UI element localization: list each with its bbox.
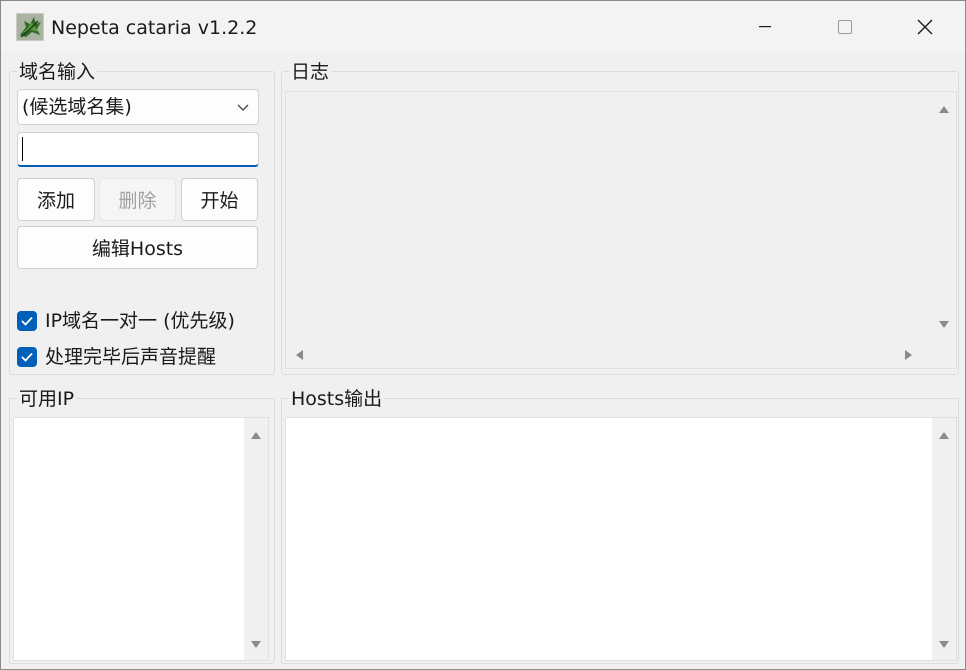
app-window: Nepeta cataria v1.2.2 域名输入 (候选域名集) 添加 删除… bbox=[0, 0, 966, 670]
text-caret bbox=[22, 137, 23, 161]
scroll-up-icon[interactable] bbox=[938, 104, 950, 114]
maximize-button[interactable] bbox=[813, 1, 877, 53]
add-button[interactable]: 添加 bbox=[17, 178, 95, 221]
scroll-left-icon[interactable] bbox=[294, 349, 304, 361]
available-ip-list[interactable] bbox=[13, 417, 269, 661]
available-ip-label: 可用IP bbox=[17, 388, 77, 410]
log-label: 日志 bbox=[289, 61, 332, 83]
hosts-output-vertical-scrollbar[interactable] bbox=[932, 418, 956, 660]
maximize-icon bbox=[838, 20, 852, 34]
close-button[interactable] bbox=[893, 1, 957, 53]
delete-button[interactable]: 删除 bbox=[99, 178, 176, 221]
scroll-up-icon[interactable] bbox=[938, 430, 950, 440]
sound-alert-checkbox-row[interactable]: 处理完毕后声音提醒 bbox=[17, 344, 216, 370]
available-ip-vertical-scrollbar[interactable] bbox=[244, 418, 268, 660]
start-button[interactable]: 开始 bbox=[181, 178, 258, 221]
sound-alert-label: 处理完毕后声音提醒 bbox=[45, 346, 217, 368]
one-to-one-checkbox[interactable] bbox=[17, 311, 37, 331]
minimize-icon bbox=[759, 26, 771, 28]
scroll-down-icon[interactable] bbox=[938, 640, 950, 650]
sound-alert-checkbox[interactable] bbox=[17, 347, 37, 367]
chevron-down-icon bbox=[237, 104, 249, 111]
one-to-one-checkbox-row[interactable]: IP域名一对一 (优先级) bbox=[17, 308, 235, 334]
domain-input-label: 域名输入 bbox=[17, 61, 98, 83]
log-horizontal-scrollbar[interactable] bbox=[286, 340, 932, 368]
hosts-output-textarea[interactable] bbox=[285, 417, 957, 661]
checkmark-icon bbox=[21, 352, 33, 362]
log-textarea[interactable] bbox=[285, 91, 957, 369]
window-title: Nepeta cataria v1.2.2 bbox=[51, 17, 258, 39]
scroll-up-icon[interactable] bbox=[250, 430, 262, 440]
edit-hosts-button[interactable]: 编辑Hosts bbox=[17, 226, 258, 269]
hosts-output-label: Hosts输出 bbox=[289, 388, 385, 410]
one-to-one-label: IP域名一对一 (优先级) bbox=[45, 310, 235, 332]
title-bar[interactable]: Nepeta cataria v1.2.2 bbox=[1, 1, 965, 53]
checkmark-icon bbox=[21, 316, 33, 326]
minimize-button[interactable] bbox=[733, 1, 797, 53]
scroll-down-icon[interactable] bbox=[938, 320, 950, 330]
combo-value: (候选域名集) bbox=[22, 96, 132, 118]
catnip-leaf-icon bbox=[16, 13, 44, 41]
domain-input[interactable] bbox=[17, 132, 259, 167]
log-vertical-scrollbar[interactable] bbox=[932, 92, 956, 342]
scroll-right-icon[interactable] bbox=[904, 349, 914, 361]
candidate-domain-combo[interactable]: (候选域名集) bbox=[17, 89, 259, 125]
close-icon bbox=[917, 19, 933, 35]
scroll-down-icon[interactable] bbox=[250, 640, 262, 650]
